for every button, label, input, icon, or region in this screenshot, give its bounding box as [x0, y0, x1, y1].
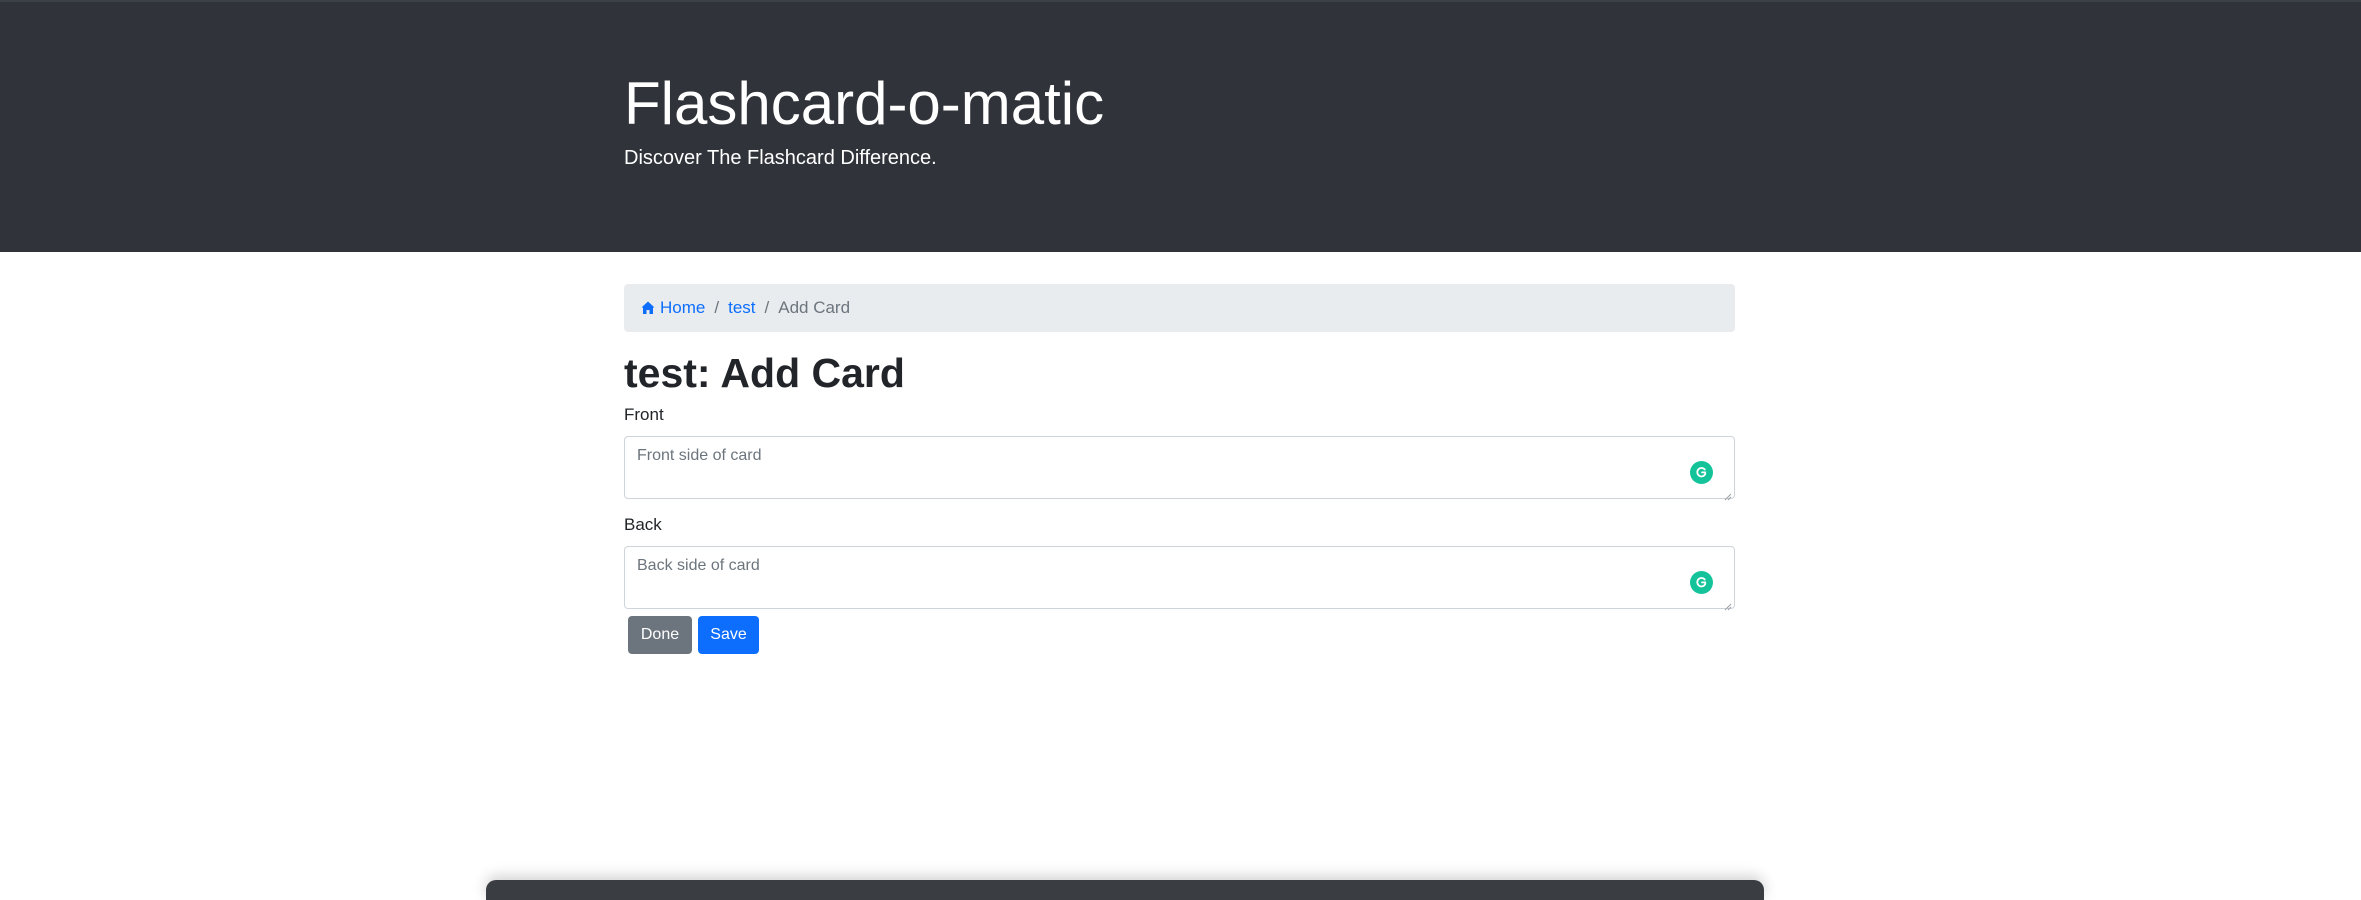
app-title: Flashcard-o-matic — [624, 70, 1105, 137]
page-title: test: Add Card — [624, 350, 905, 396]
save-button[interactable]: Save — [698, 616, 759, 654]
done-button[interactable]: Done — [628, 616, 692, 654]
home-icon — [640, 300, 656, 316]
back-textarea[interactable] — [625, 547, 1734, 608]
front-textarea[interactable] — [625, 437, 1734, 498]
resize-handle-icon[interactable] — [1724, 598, 1732, 611]
app-subtitle: Discover The Flashcard Difference. — [624, 147, 937, 169]
breadcrumb-current: Add Card — [778, 298, 851, 317]
dock-bar — [486, 880, 1764, 900]
grammarly-icon[interactable] — [1690, 461, 1713, 484]
breadcrumb-home-link[interactable]: Home — [640, 298, 705, 318]
grammarly-icon[interactable] — [1690, 571, 1713, 594]
back-label: Back — [624, 515, 662, 534]
breadcrumb: Home / test / Add Card — [624, 284, 1735, 332]
front-label: Front — [624, 405, 664, 424]
breadcrumb-separator: / — [714, 298, 720, 317]
breadcrumb-separator: / — [764, 298, 770, 317]
back-field — [624, 546, 1735, 611]
header-banner: Flashcard-o-matic Discover The Flashcard… — [0, 0, 2361, 252]
breadcrumb-home-label: Home — [660, 298, 706, 317]
breadcrumb-deck-link[interactable]: test — [728, 298, 755, 318]
resize-handle-icon[interactable] — [1724, 488, 1732, 501]
front-field — [624, 436, 1735, 501]
